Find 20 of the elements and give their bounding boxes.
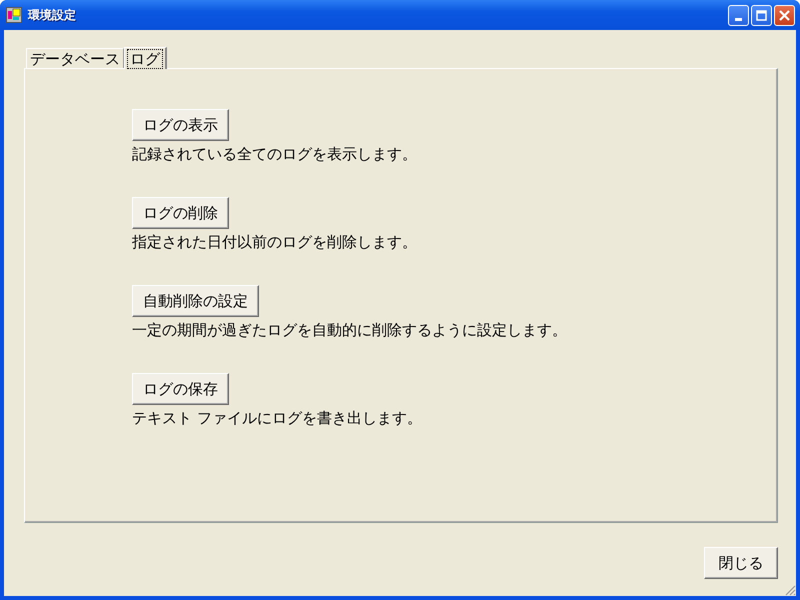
tab[interactable]: ログ: [124, 47, 167, 69]
action-description: 一定の期間が過ぎたログを自動的に削除するように設定します。: [132, 321, 567, 340]
minimize-icon: [735, 18, 742, 20]
close-dialog-button[interactable]: 閉じる: [704, 547, 778, 579]
resize-grip-icon: [784, 584, 796, 596]
close-button[interactable]: [774, 4, 795, 26]
action-button[interactable]: 自動削除の設定: [132, 285, 259, 317]
window-title: 環境設定: [28, 6, 76, 24]
action-description: 指定された日付以前のログを削除します。: [132, 233, 417, 252]
action-button[interactable]: ログの削除: [132, 197, 229, 229]
action-button[interactable]: ログの保存: [132, 373, 229, 405]
maximize-button[interactable]: [751, 4, 772, 26]
action-description: 記録されている全てのログを表示します。: [132, 145, 417, 164]
minimize-button[interactable]: [728, 4, 749, 26]
maximize-icon: [756, 10, 767, 20]
app-icon: [6, 7, 22, 23]
action-button[interactable]: ログの表示: [132, 109, 229, 141]
tab[interactable]: データベース: [26, 48, 124, 68]
close-icon: [779, 10, 790, 20]
action-description: テキスト ファイルにログを書き出します。: [132, 409, 422, 428]
